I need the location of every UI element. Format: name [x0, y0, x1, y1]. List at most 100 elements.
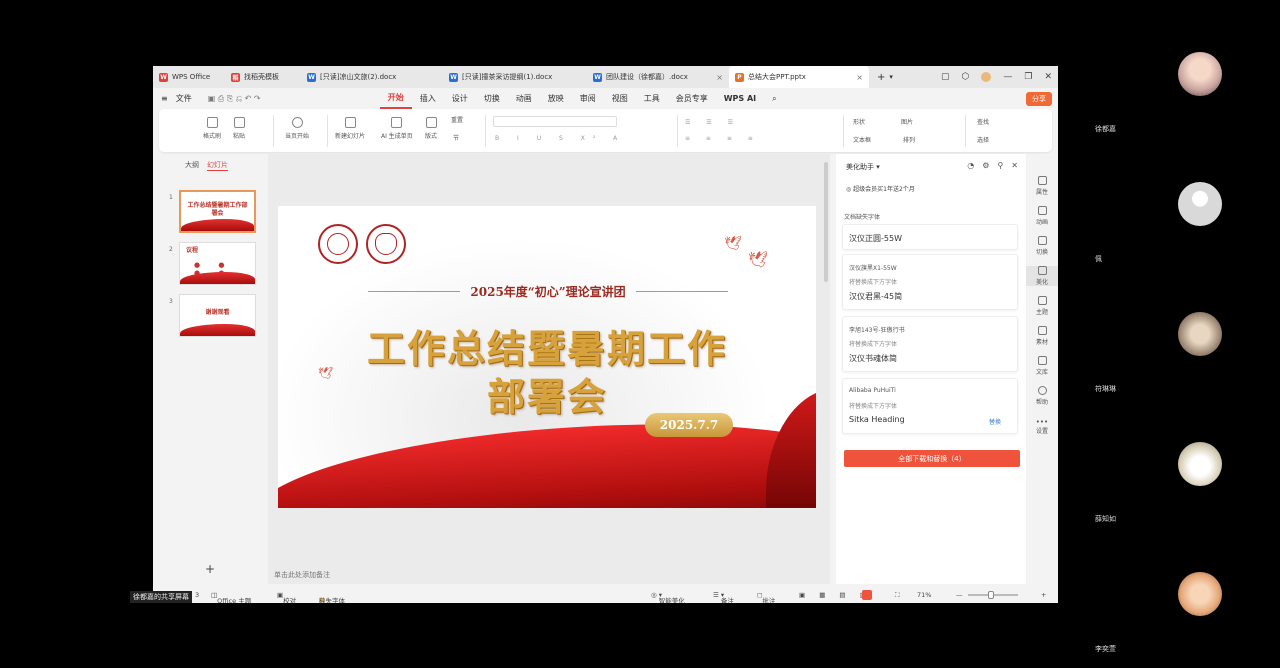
beautify-panel: 美化助手 ▾ ◔ ⚙ ⚲ ✕ ◎ 超级会员买1年送2个月 文档缺失字体 汉仪正圆… — [836, 154, 1026, 584]
font-card-1[interactable]: 汉仪正圆-55W — [842, 224, 1018, 250]
paste-button[interactable]: 粘贴 — [233, 117, 245, 140]
select-button[interactable]: 选择 — [977, 135, 989, 144]
menu-transition[interactable]: 切换 — [476, 88, 508, 109]
menu-file[interactable]: 文件 — [176, 88, 200, 109]
thumb-wave — [180, 272, 255, 284]
menu-icon[interactable]: ≡ — [153, 88, 176, 109]
download-replace-all-button[interactable]: 全部下载和替换（4） — [844, 450, 1020, 467]
pin-icon[interactable]: ⚲ — [997, 161, 1003, 170]
rail-library[interactable]: 文库 — [1026, 356, 1058, 376]
chevron-down-icon[interactable]: ▾ — [889, 73, 893, 81]
fit-icon[interactable]: ⛶ — [895, 591, 900, 600]
close-icon[interactable]: ✕ — [1011, 161, 1018, 170]
tab-wps-office[interactable]: W WPS Office — [153, 66, 225, 88]
rail-assets[interactable]: 素材 — [1026, 326, 1058, 346]
font-card-3[interactable]: 李旭143号-狂傲行书 将替换成下方字体 汉仪书魂体简 — [842, 316, 1018, 372]
layout-button[interactable]: 版式 — [425, 117, 437, 140]
menu-review[interactable]: 审阅 — [572, 88, 604, 109]
slide-thumb-1[interactable]: 工作总结暨暑期工作部署会 — [179, 190, 256, 233]
proofread-button[interactable]: ▣ 校对 — [277, 591, 296, 603]
main-slide[interactable]: 🕊 🕊 🕊 2025年度“初心”理论宣讲团 工作总结暨暑期工作 部署会 2025… — [278, 206, 816, 508]
gear-icon[interactable]: ⚙ — [982, 161, 989, 170]
menu-animation[interactable]: 动画 — [508, 88, 540, 109]
tab-pptx[interactable]: P 总结大会PPT.pptx × — [729, 66, 869, 88]
thumb-wave — [181, 219, 254, 231]
shape-button[interactable]: 形状 — [853, 117, 865, 126]
tab-slides[interactable]: 幻灯片 — [207, 160, 228, 171]
new-tab-icon[interactable]: + — [877, 72, 885, 83]
slide-number: 3 — [169, 298, 173, 305]
menu-wps-ai[interactable]: WPS AI — [716, 88, 764, 109]
rail-animation[interactable]: 动画 — [1026, 206, 1058, 226]
close-window-icon[interactable]: ✕ — [1044, 72, 1052, 82]
layout-icon — [425, 117, 437, 128]
avatar[interactable] — [981, 72, 992, 82]
menu-slideshow[interactable]: 放映 — [540, 88, 572, 109]
library-icon — [1037, 356, 1047, 365]
tab-outline[interactable]: 大纲 — [185, 160, 199, 171]
tab-template[interactable]: 稻 找稻壳模板 — [225, 66, 301, 88]
anime-girl-avatar — [1178, 52, 1222, 96]
notes-button[interactable]: ☰ 备注 ▾ — [713, 591, 734, 603]
comments-button[interactable]: ◻ 批注 — [757, 591, 775, 603]
slide-thumb-2[interactable]: 议程 ● ● ● ● — [179, 242, 256, 285]
minimize-icon[interactable]: — — [1003, 72, 1012, 82]
play-from-current-button[interactable]: 当页开始 — [285, 117, 309, 140]
search-icon[interactable]: ⌕ — [764, 88, 784, 109]
box-icon[interactable]: ⬡ — [962, 72, 970, 82]
ribbon-toolbar: 格式刷 粘贴 当页开始 新建幻灯片 AI 生成单页 版式 重置 节 B I U … — [159, 109, 1052, 152]
rail-settings[interactable]: ••• 设置 — [1026, 418, 1058, 435]
restore-icon[interactable]: ❐ — [1024, 72, 1032, 82]
scrollbar[interactable] — [824, 162, 828, 282]
menu-insert[interactable]: 插入 — [412, 88, 444, 109]
ai-slide-button[interactable]: AI 生成单页 — [381, 117, 413, 140]
font-card-4[interactable]: Alibaba PuHuiTi 将替换成下方字体 Sitka Heading 替… — [842, 378, 1018, 434]
rail-properties[interactable]: 属性 — [1026, 176, 1058, 196]
menu-view[interactable]: 视图 — [604, 88, 636, 109]
theme-label[interactable]: ◫ Office 主题 — [211, 591, 251, 603]
membership-promo[interactable]: ◎ 超级会员买1年送2个月 — [846, 184, 915, 193]
slide-thumbnails-panel: 大纲 幻灯片 1 工作总结暨暑期工作部署会 2 议程 ● ● ● ● 3 谢谢观… — [153, 154, 268, 584]
section-button[interactable]: 节 — [453, 133, 459, 142]
arrange-button[interactable]: 排列 — [903, 135, 915, 144]
headset-icon[interactable]: ◔ — [967, 161, 974, 170]
rail-transition[interactable]: 切换 — [1026, 236, 1058, 256]
reset-button[interactable]: 重置 — [451, 115, 463, 124]
layout-icon[interactable]: ▢ — [941, 72, 950, 82]
ppt-doc-icon: P — [735, 72, 744, 82]
picture-button[interactable]: 图片 — [901, 117, 913, 126]
tab-doc-1[interactable]: W [只读]凉山文旅(2).docx — [301, 66, 443, 88]
rail-theme[interactable]: 主题 — [1026, 296, 1058, 316]
menu-tools[interactable]: 工具 — [636, 88, 668, 109]
close-icon[interactable]: × — [856, 73, 863, 82]
menu-design[interactable]: 设计 — [444, 88, 476, 109]
font-card-2[interactable]: 汉仪旗黑X1-55W 将替换成下方字体 汉仪君黑-45简 — [842, 254, 1018, 310]
format-painter-button[interactable]: 格式刷 — [203, 117, 221, 140]
zoom-in-icon[interactable]: + — [1041, 591, 1046, 599]
view-icons[interactable]: ▣ ▦ ▤ ▥ — [799, 591, 872, 599]
new-slide-button[interactable]: 新建幻灯片 — [335, 117, 365, 140]
zoom-slider-handle[interactable] — [988, 591, 994, 599]
close-icon[interactable]: × — [716, 73, 723, 82]
menu-home[interactable]: 开始 — [379, 88, 412, 109]
menu-member[interactable]: 会员专享 — [668, 88, 716, 109]
font-name: 汉仪旗黑X1-55W — [849, 265, 897, 272]
rail-help[interactable]: 帮助 — [1026, 386, 1058, 406]
replace-link[interactable]: 替换 — [989, 417, 1001, 426]
notes-placeholder[interactable]: 单击此处添加备注 — [274, 570, 330, 580]
rail-beautify[interactable]: 美化 — [1026, 266, 1058, 286]
tab-doc-3[interactable]: W 团队建设（徐都嘉）.docx × — [587, 66, 729, 88]
smart-beautify-button[interactable]: ◎ 智能美化 ▾ — [651, 591, 685, 603]
find-button[interactable]: 查找 — [977, 117, 989, 126]
zoom-out-icon[interactable]: — — [956, 591, 963, 599]
play-slideshow-button[interactable] — [862, 590, 872, 600]
share-button[interactable]: 分享 — [1026, 92, 1052, 106]
font-name-box[interactable] — [493, 116, 617, 127]
slide-thumb-3[interactable]: 谢谢观看 — [179, 294, 256, 337]
textbox-button[interactable]: 文本框 — [853, 135, 871, 144]
tab-doc-2[interactable]: W [只读]撞茶采访提纲(1).docx — [443, 66, 587, 88]
add-slide-button[interactable]: + — [205, 562, 215, 576]
quick-access-icons: ▣ ⎙ ⎘ ⎌ ↶ ↷ — [207, 93, 261, 103]
slide-number: 2 — [169, 246, 173, 253]
zoom-level[interactable]: 71% — [917, 591, 931, 599]
